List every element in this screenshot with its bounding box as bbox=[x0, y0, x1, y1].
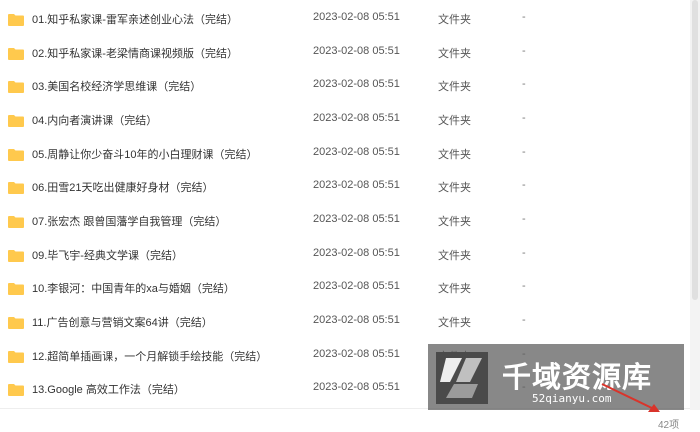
file-name: 07.张宏杰 跟曾国藩学自我管理（完结） bbox=[32, 216, 227, 228]
folder-icon bbox=[8, 317, 24, 329]
file-size: - bbox=[522, 213, 526, 225]
file-modified: 2023-02-08 05:51 bbox=[313, 314, 400, 326]
file-type: 文件夹 bbox=[438, 216, 471, 228]
file-row[interactable]: 03.美国名校经济学思维课（完结） 2023-02-08 05:51 文件夹 - bbox=[0, 69, 690, 103]
folder-icon bbox=[8, 283, 24, 295]
file-name: 05.周静让你少奋斗10年的小白理财课（完结） bbox=[32, 149, 258, 161]
file-type: 文件夹 bbox=[438, 48, 471, 60]
file-modified: 2023-02-08 05:51 bbox=[313, 112, 400, 124]
folder-icon bbox=[8, 250, 24, 262]
folder-icon bbox=[8, 81, 24, 93]
watermark-logo-icon bbox=[436, 352, 488, 404]
arrow-annotation-icon bbox=[601, 383, 660, 412]
file-row[interactable]: 11.广告创意与营销文案64讲（完结） 2023-02-08 05:51 文件夹 - bbox=[0, 305, 690, 339]
file-row[interactable]: 05.周静让你少奋斗10年的小白理财课（完结） 2023-02-08 05:51 文… bbox=[0, 137, 690, 171]
file-modified: 2023-02-08 05:51 bbox=[313, 381, 400, 393]
file-size: - bbox=[522, 314, 526, 326]
file-name: 01.知乎私家课-雷军亲述创业心法（完结） bbox=[32, 14, 238, 26]
folder-icon bbox=[8, 216, 24, 228]
item-count: 42项 bbox=[658, 420, 680, 431]
file-type: 文件夹 bbox=[438, 182, 471, 194]
file-size: - bbox=[522, 112, 526, 124]
file-row[interactable]: 10.李银河：中国青年的xa与婚姻（完结） 2023-02-08 05:51 文件夹… bbox=[0, 271, 690, 305]
file-name: 04.内向者演讲课（完结） bbox=[32, 115, 158, 127]
folder-icon bbox=[8, 351, 24, 363]
file-modified: 2023-02-08 05:51 bbox=[313, 146, 400, 158]
file-name: 02.知乎私家课-老梁情商课视频版（完结） bbox=[32, 48, 238, 60]
file-modified: 2023-02-08 05:51 bbox=[313, 179, 400, 191]
file-name: 13.Google 高效工作法（完结） bbox=[32, 384, 185, 396]
file-modified: 2023-02-08 05:51 bbox=[313, 247, 400, 259]
file-modified: 2023-02-08 05:51 bbox=[313, 348, 400, 360]
file-name: 12.超简单插画课，一个月解锁手绘技能（完结） bbox=[32, 351, 268, 363]
scrollbar-thumb[interactable] bbox=[692, 0, 698, 300]
folder-icon bbox=[8, 149, 24, 161]
file-row[interactable]: 04.内向者演讲课（完结） 2023-02-08 05:51 文件夹 - bbox=[0, 103, 690, 137]
file-size: - bbox=[522, 280, 526, 292]
file-name: 09.毕飞宇-经典文学课（完结） bbox=[32, 250, 183, 262]
file-type: 文件夹 bbox=[438, 115, 471, 127]
file-row[interactable]: 01.知乎私家课-雷军亲述创业心法（完结） 2023-02-08 05:51 文件夹… bbox=[0, 2, 690, 36]
file-row[interactable]: 09.毕飞宇-经典文学课（完结） 2023-02-08 05:51 文件夹 - bbox=[0, 238, 690, 272]
file-row[interactable]: 02.知乎私家课-老梁情商课视频版（完结） 2023-02-08 05:51 文件夹… bbox=[0, 36, 690, 70]
file-size: - bbox=[522, 78, 526, 90]
file-size: - bbox=[522, 146, 526, 158]
file-type: 文件夹 bbox=[438, 149, 471, 161]
folder-icon bbox=[8, 182, 24, 194]
file-name: 03.美国名校经济学思维课（完结） bbox=[32, 81, 202, 93]
file-size: - bbox=[522, 45, 526, 57]
file-type: 文件夹 bbox=[438, 250, 471, 262]
file-type: 文件夹 bbox=[438, 283, 471, 295]
file-modified: 2023-02-08 05:51 bbox=[313, 280, 400, 292]
file-type: 文件夹 bbox=[438, 81, 471, 93]
folder-icon bbox=[8, 14, 24, 26]
file-name: 11.广告创意与营销文案64讲（完结） bbox=[32, 317, 213, 329]
file-row[interactable]: 06.田雪21天吃出健康好身材（完结） 2023-02-08 05:51 文件夹 - bbox=[0, 170, 690, 204]
file-name: 10.李银河：中国青年的xa与婚姻（完结） bbox=[32, 283, 235, 295]
file-modified: 2023-02-08 05:51 bbox=[313, 11, 400, 23]
file-type: 文件夹 bbox=[438, 317, 471, 329]
file-size: - bbox=[522, 179, 526, 191]
file-modified: 2023-02-08 05:51 bbox=[313, 78, 400, 90]
file-size: - bbox=[522, 247, 526, 259]
file-modified: 2023-02-08 05:51 bbox=[313, 213, 400, 225]
file-row[interactable]: 07.张宏杰 跟曾国藩学自我管理（完结） 2023-02-08 05:51 文件夹 - bbox=[0, 204, 690, 238]
file-size: - bbox=[522, 11, 526, 23]
file-modified: 2023-02-08 05:51 bbox=[313, 45, 400, 57]
file-name: 06.田雪21天吃出健康好身材（完结） bbox=[32, 182, 214, 194]
folder-icon bbox=[8, 115, 24, 127]
folder-icon bbox=[8, 384, 24, 396]
file-type: 文件夹 bbox=[438, 14, 471, 26]
folder-icon bbox=[8, 48, 24, 60]
